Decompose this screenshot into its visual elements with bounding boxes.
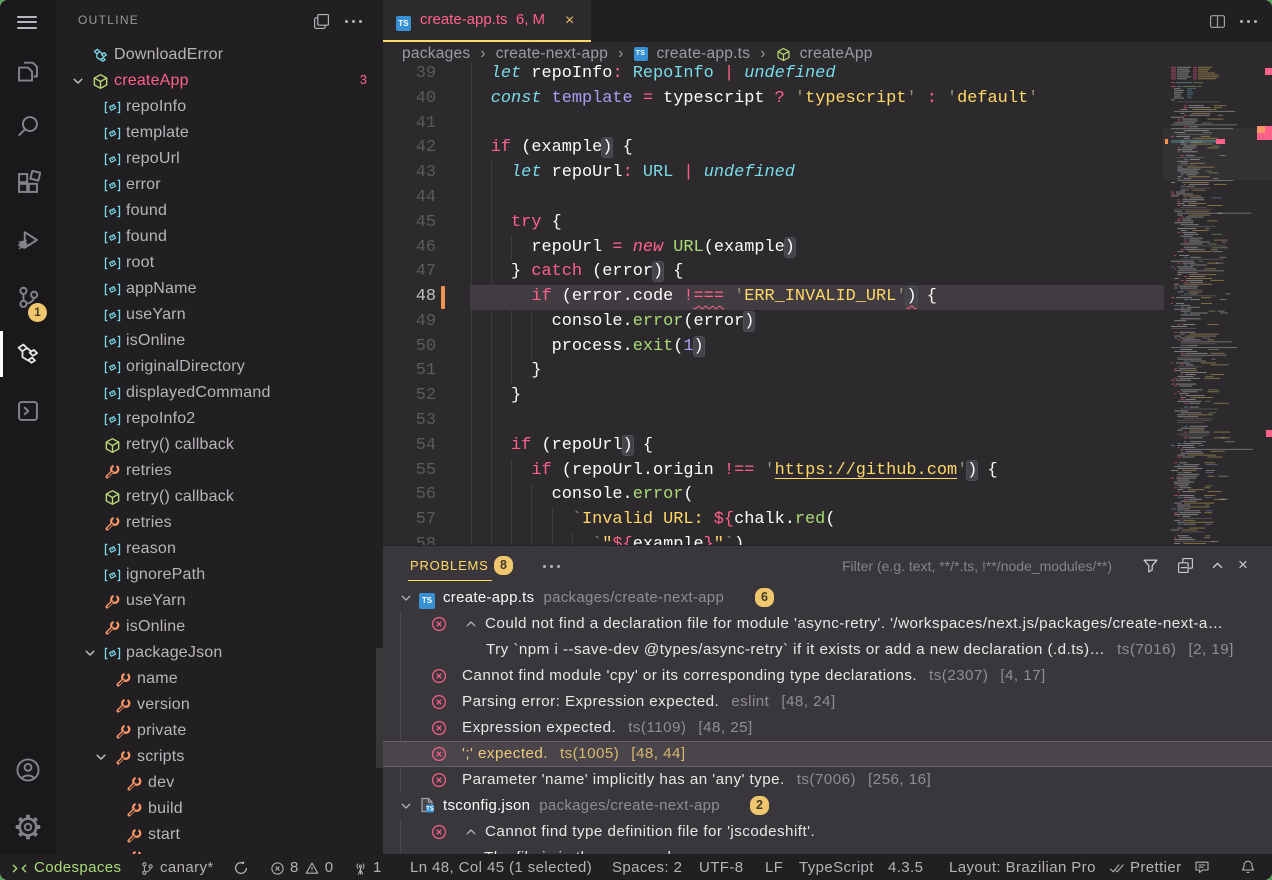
svg-text:TS: TS — [426, 807, 434, 813]
